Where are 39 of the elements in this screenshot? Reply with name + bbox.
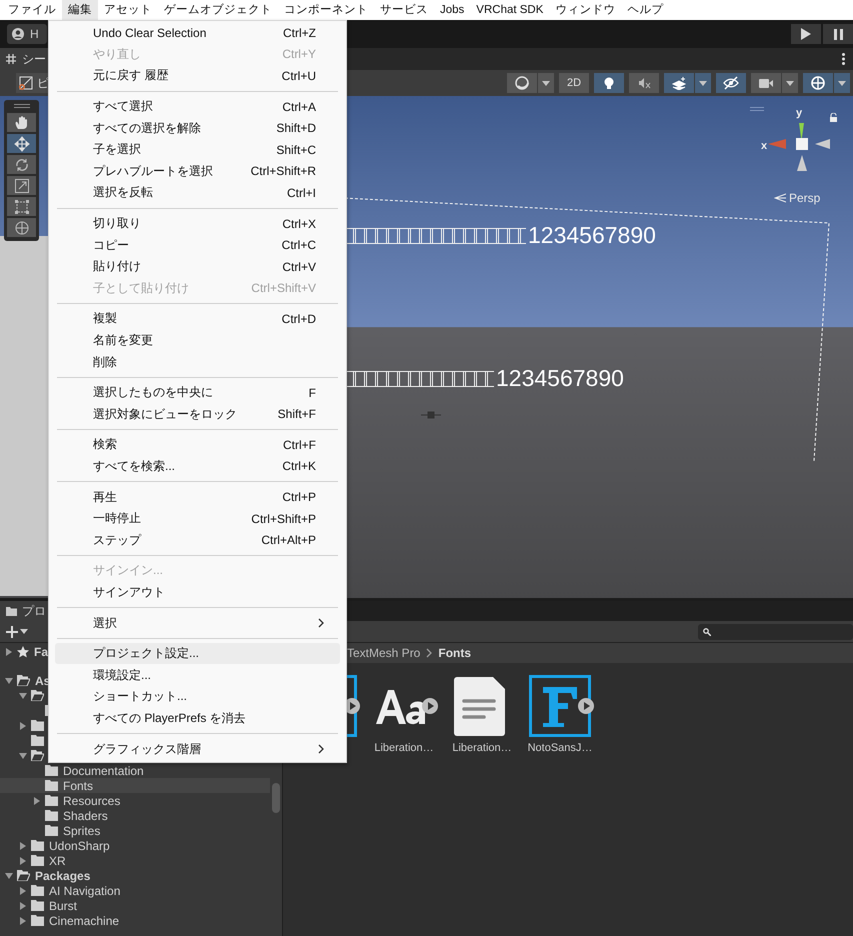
shortcut-label: Ctrl+Shift+R xyxy=(250,164,316,178)
scene-text: 1234567890 xyxy=(528,222,656,249)
shortcut-label: Ctrl+Shift+V xyxy=(251,281,316,296)
tree-label: AI Navigation xyxy=(49,884,120,898)
shortcut-label: Ctrl+X xyxy=(282,216,316,231)
tree-label: Shaders xyxy=(63,808,108,822)
shortcut-label: Ctrl+K xyxy=(282,459,316,474)
shortcut-label: Ctrl+C xyxy=(282,238,316,252)
shortcut-label: Shift+D xyxy=(276,121,316,136)
shortcut-label: Ctrl+I xyxy=(286,186,316,200)
tree-label: Documentation xyxy=(63,764,144,778)
shortcut-label: Ctrl+Z xyxy=(283,26,316,40)
shortcut-label: Ctrl+U xyxy=(282,68,316,83)
tree-label: Resources xyxy=(63,794,120,808)
asset-label: NotoSansJ… xyxy=(528,742,592,754)
tree-label: Cinemachine xyxy=(49,914,120,928)
shortcut-label: Ctrl+D xyxy=(282,312,316,326)
tree-label: Fonts xyxy=(63,778,94,792)
shortcut-label: Ctrl+A xyxy=(282,100,316,114)
shortcut-label: Ctrl+F xyxy=(283,438,316,452)
tree-label: Fa xyxy=(34,644,48,658)
tree-label: Sprites xyxy=(63,824,100,838)
shortcut-label: Shift+F xyxy=(278,407,316,422)
axis-label: y xyxy=(796,107,802,119)
shortcut-label: F xyxy=(308,386,316,400)
axis-label: x xyxy=(761,140,768,152)
asset-label: Liberation… xyxy=(452,742,512,754)
tree-label: UdonSharp xyxy=(49,838,110,852)
tree-label: Burst xyxy=(49,898,78,912)
shortcut-label: Shift+C xyxy=(276,142,316,157)
shortcut-label: Ctrl+Shift+P xyxy=(251,512,316,526)
shortcut-label: Ctrl+P xyxy=(282,490,316,504)
tree-label: XR xyxy=(49,854,66,868)
shortcut-label: Ctrl+Y xyxy=(282,47,316,62)
tree-label: Packages xyxy=(35,868,90,882)
asset-label: Liberation… xyxy=(374,742,434,754)
shortcut-label: Ctrl+Alt+P xyxy=(261,533,316,548)
shortcut-label: Ctrl+V xyxy=(282,260,316,274)
scene-text: 1234567890 xyxy=(496,365,624,392)
